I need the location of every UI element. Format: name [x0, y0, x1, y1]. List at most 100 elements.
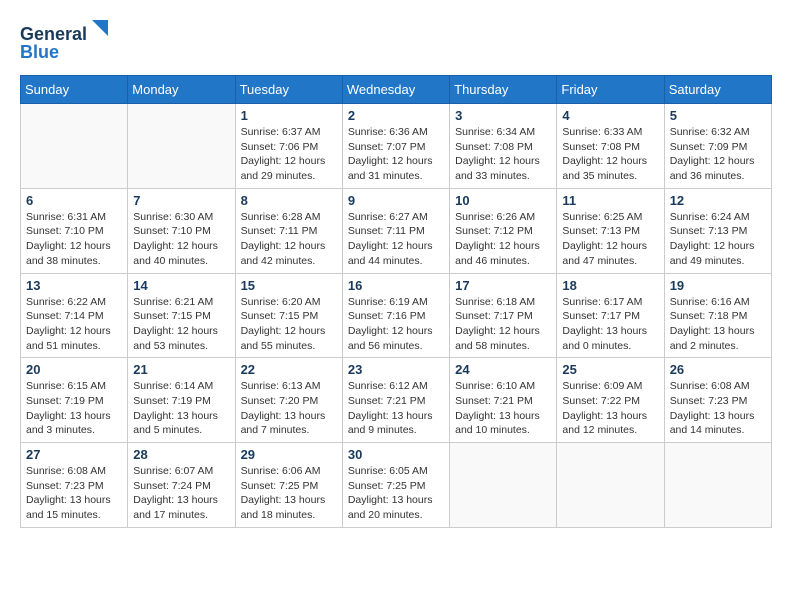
calendar-day-cell: 27 Sunrise: 6:08 AM Sunset: 7:23 PM Dayli…: [21, 443, 128, 528]
day-detail: Sunrise: 6:33 AM Sunset: 7:08 PM Dayligh…: [562, 125, 658, 184]
day-number: 19: [670, 278, 766, 293]
day-detail: Sunrise: 6:09 AM Sunset: 7:22 PM Dayligh…: [562, 379, 658, 438]
calendar-day-cell: 24 Sunrise: 6:10 AM Sunset: 7:21 PM Dayli…: [450, 358, 557, 443]
day-detail: Sunrise: 6:16 AM Sunset: 7:18 PM Dayligh…: [670, 295, 766, 354]
calendar-header-row: SundayMondayTuesdayWednesdayThursdayFrid…: [21, 76, 772, 104]
day-number: 25: [562, 362, 658, 377]
page-header: GeneralBlue: [20, 20, 772, 65]
day-detail: Sunrise: 6:08 AM Sunset: 7:23 PM Dayligh…: [26, 464, 122, 523]
calendar-day-cell: 18 Sunrise: 6:17 AM Sunset: 7:17 PM Dayli…: [557, 273, 664, 358]
calendar-day-cell: 19 Sunrise: 6:16 AM Sunset: 7:18 PM Dayli…: [664, 273, 771, 358]
day-number: 26: [670, 362, 766, 377]
day-detail: Sunrise: 6:25 AM Sunset: 7:13 PM Dayligh…: [562, 210, 658, 269]
day-detail: Sunrise: 6:07 AM Sunset: 7:24 PM Dayligh…: [133, 464, 229, 523]
day-number: 14: [133, 278, 229, 293]
calendar-day-cell: [664, 443, 771, 528]
day-detail: Sunrise: 6:24 AM Sunset: 7:13 PM Dayligh…: [670, 210, 766, 269]
calendar-table: SundayMondayTuesdayWednesdayThursdayFrid…: [20, 75, 772, 528]
day-number: 18: [562, 278, 658, 293]
calendar-day-cell: 29Sunrise: 6:06 AM Sunset: 7:25 PM Dayli…: [235, 443, 342, 528]
calendar-day-cell: 3Sunrise: 6:34 AM Sunset: 7:08 PM Daylig…: [450, 104, 557, 189]
day-detail: Sunrise: 6:14 AM Sunset: 7:19 PM Dayligh…: [133, 379, 229, 438]
calendar-day-cell: 26 Sunrise: 6:08 AM Sunset: 7:23 PM Dayli…: [664, 358, 771, 443]
calendar-day-cell: 10 Sunrise: 6:26 AM Sunset: 7:12 PM Dayli…: [450, 188, 557, 273]
day-number: 13: [26, 278, 122, 293]
svg-text:General: General: [20, 24, 87, 44]
calendar-week-row: 20 Sunrise: 6:15 AM Sunset: 7:19 PM Dayli…: [21, 358, 772, 443]
day-number: 11: [562, 193, 658, 208]
day-number: 8: [241, 193, 337, 208]
day-number: 28: [133, 447, 229, 462]
calendar-day-cell: 22 Sunrise: 6:13 AM Sunset: 7:20 PM Dayli…: [235, 358, 342, 443]
day-detail: Sunrise: 6:18 AM Sunset: 7:17 PM Dayligh…: [455, 295, 551, 354]
day-detail: Sunrise: 6:27 AM Sunset: 7:11 PM Dayligh…: [348, 210, 444, 269]
day-of-week-header: Wednesday: [342, 76, 449, 104]
day-number: 4: [562, 108, 658, 123]
calendar-day-cell: [557, 443, 664, 528]
day-detail: Sunrise: 6:08 AM Sunset: 7:23 PM Dayligh…: [670, 379, 766, 438]
calendar-day-cell: [128, 104, 235, 189]
day-number: 7: [133, 193, 229, 208]
day-number: 20: [26, 362, 122, 377]
day-detail: Sunrise: 6:12 AM Sunset: 7:21 PM Dayligh…: [348, 379, 444, 438]
day-detail: Sunrise: 6:28 AM Sunset: 7:11 PM Dayligh…: [241, 210, 337, 269]
calendar-day-cell: 4 Sunrise: 6:33 AM Sunset: 7:08 PM Daylig…: [557, 104, 664, 189]
calendar-day-cell: 15 Sunrise: 6:20 AM Sunset: 7:15 PM Dayli…: [235, 273, 342, 358]
day-detail: Sunrise: 6:20 AM Sunset: 7:15 PM Dayligh…: [241, 295, 337, 354]
calendar-day-cell: 23 Sunrise: 6:12 AM Sunset: 7:21 PM Dayli…: [342, 358, 449, 443]
calendar-day-cell: 11 Sunrise: 6:25 AM Sunset: 7:13 PM Dayli…: [557, 188, 664, 273]
logo: GeneralBlue: [20, 20, 110, 65]
calendar-day-cell: 8 Sunrise: 6:28 AM Sunset: 7:11 PM Daylig…: [235, 188, 342, 273]
day-number: 29: [241, 447, 337, 462]
calendar-day-cell: 1Sunrise: 6:37 AM Sunset: 7:06 PM Daylig…: [235, 104, 342, 189]
calendar-day-cell: 14 Sunrise: 6:21 AM Sunset: 7:15 PM Dayli…: [128, 273, 235, 358]
day-detail: Sunrise: 6:13 AM Sunset: 7:20 PM Dayligh…: [241, 379, 337, 438]
calendar-day-cell: 6Sunrise: 6:31 AM Sunset: 7:10 PM Daylig…: [21, 188, 128, 273]
day-number: 24: [455, 362, 551, 377]
day-number: 17: [455, 278, 551, 293]
day-detail: Sunrise: 6:32 AM Sunset: 7:09 PM Dayligh…: [670, 125, 766, 184]
day-number: 15: [241, 278, 337, 293]
calendar-day-cell: 17 Sunrise: 6:18 AM Sunset: 7:17 PM Dayli…: [450, 273, 557, 358]
day-detail: Sunrise: 6:15 AM Sunset: 7:19 PM Dayligh…: [26, 379, 122, 438]
calendar-day-cell: 30Sunrise: 6:05 AM Sunset: 7:25 PM Dayli…: [342, 443, 449, 528]
day-of-week-header: Monday: [128, 76, 235, 104]
calendar-day-cell: 25 Sunrise: 6:09 AM Sunset: 7:22 PM Dayli…: [557, 358, 664, 443]
calendar-day-cell: 28 Sunrise: 6:07 AM Sunset: 7:24 PM Dayli…: [128, 443, 235, 528]
day-number: 23: [348, 362, 444, 377]
day-detail: Sunrise: 6:26 AM Sunset: 7:12 PM Dayligh…: [455, 210, 551, 269]
calendar-week-row: 27 Sunrise: 6:08 AM Sunset: 7:23 PM Dayli…: [21, 443, 772, 528]
calendar-week-row: 1Sunrise: 6:37 AM Sunset: 7:06 PM Daylig…: [21, 104, 772, 189]
day-number: 5: [670, 108, 766, 123]
day-of-week-header: Sunday: [21, 76, 128, 104]
calendar-day-cell: 5 Sunrise: 6:32 AM Sunset: 7:09 PM Daylig…: [664, 104, 771, 189]
day-detail: Sunrise: 6:30 AM Sunset: 7:10 PM Dayligh…: [133, 210, 229, 269]
calendar-week-row: 13 Sunrise: 6:22 AM Sunset: 7:14 PM Dayli…: [21, 273, 772, 358]
day-number: 3: [455, 108, 551, 123]
calendar-day-cell: 13 Sunrise: 6:22 AM Sunset: 7:14 PM Dayli…: [21, 273, 128, 358]
day-detail: Sunrise: 6:21 AM Sunset: 7:15 PM Dayligh…: [133, 295, 229, 354]
svg-text:Blue: Blue: [20, 42, 59, 62]
day-detail: Sunrise: 6:10 AM Sunset: 7:21 PM Dayligh…: [455, 379, 551, 438]
day-number: 22: [241, 362, 337, 377]
day-number: 27: [26, 447, 122, 462]
day-number: 6: [26, 193, 122, 208]
day-detail: Sunrise: 6:17 AM Sunset: 7:17 PM Dayligh…: [562, 295, 658, 354]
calendar-week-row: 6Sunrise: 6:31 AM Sunset: 7:10 PM Daylig…: [21, 188, 772, 273]
day-number: 16: [348, 278, 444, 293]
calendar-day-cell: [21, 104, 128, 189]
day-number: 9: [348, 193, 444, 208]
day-detail: Sunrise: 6:22 AM Sunset: 7:14 PM Dayligh…: [26, 295, 122, 354]
day-number: 2: [348, 108, 444, 123]
day-number: 10: [455, 193, 551, 208]
day-detail: Sunrise: 6:19 AM Sunset: 7:16 PM Dayligh…: [348, 295, 444, 354]
day-number: 30: [348, 447, 444, 462]
day-detail: Sunrise: 6:36 AM Sunset: 7:07 PM Dayligh…: [348, 125, 444, 184]
calendar-day-cell: 12Sunrise: 6:24 AM Sunset: 7:13 PM Dayli…: [664, 188, 771, 273]
day-detail: Sunrise: 6:37 AM Sunset: 7:06 PM Dayligh…: [241, 125, 337, 184]
calendar-day-cell: 9 Sunrise: 6:27 AM Sunset: 7:11 PM Daylig…: [342, 188, 449, 273]
calendar-day-cell: [450, 443, 557, 528]
day-number: 21: [133, 362, 229, 377]
calendar-day-cell: 20 Sunrise: 6:15 AM Sunset: 7:19 PM Dayli…: [21, 358, 128, 443]
day-of-week-header: Saturday: [664, 76, 771, 104]
